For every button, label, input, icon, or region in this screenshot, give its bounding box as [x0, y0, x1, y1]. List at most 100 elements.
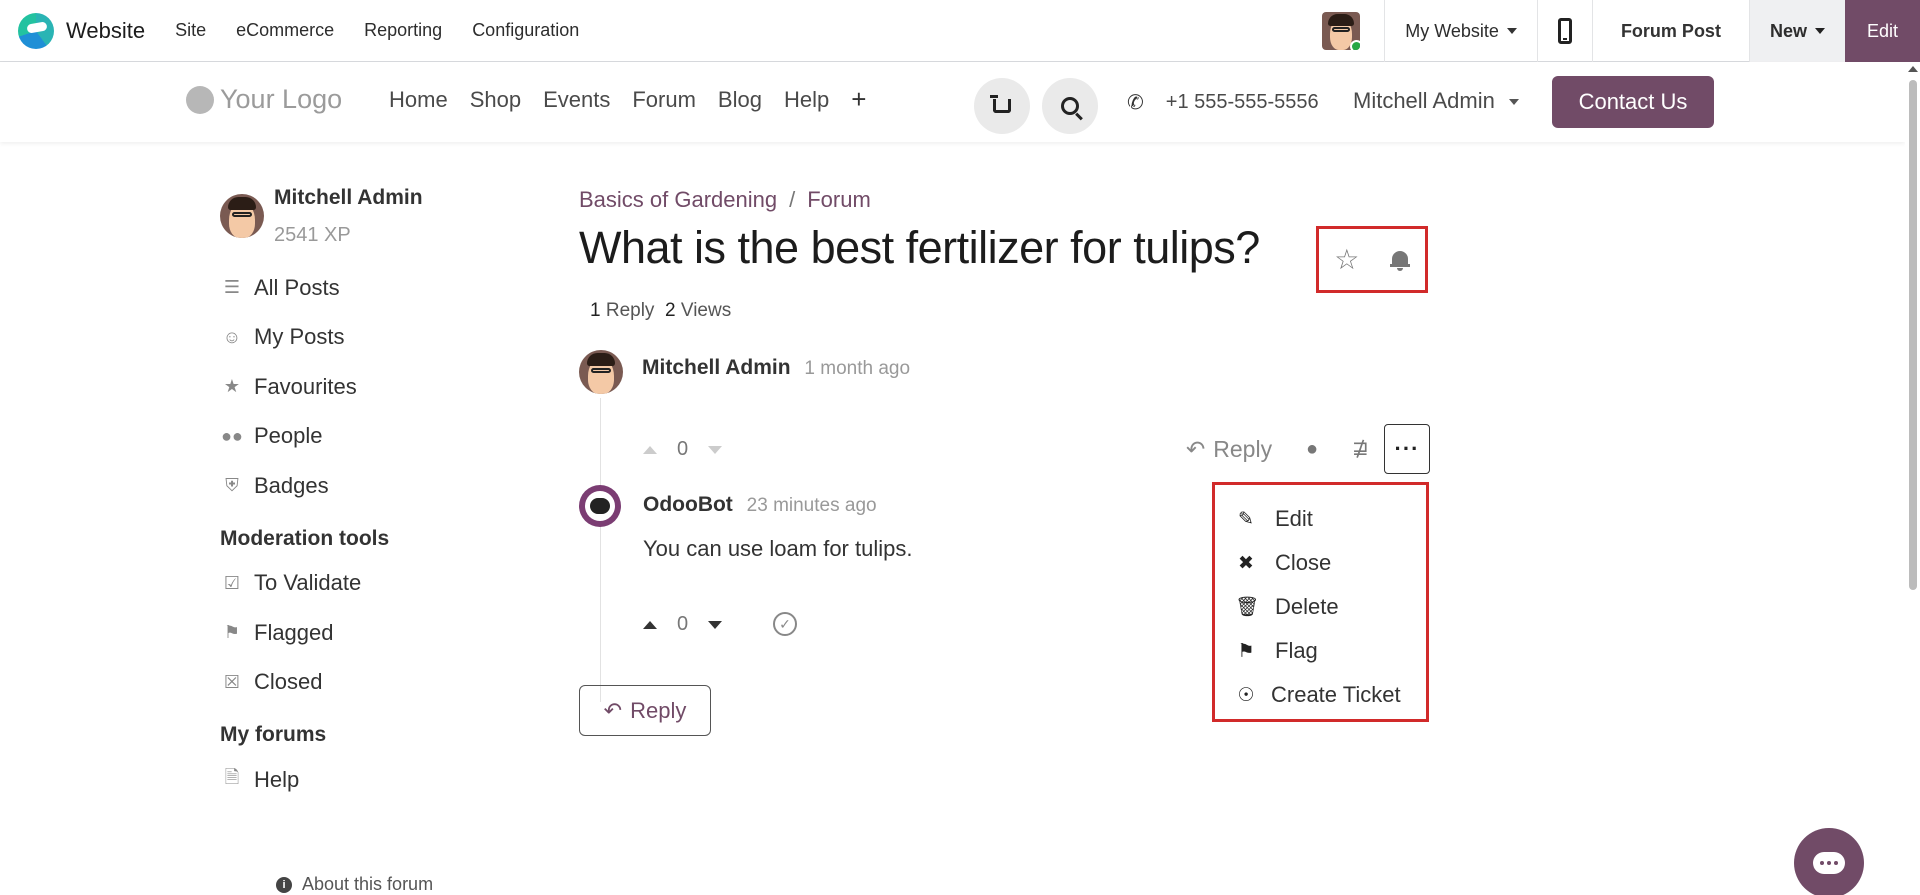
more-options-button[interactable]: ··· [1384, 424, 1430, 474]
user-circle-icon: ☺ [222, 326, 242, 347]
contact-us-button[interactable]: Contact Us [1552, 76, 1714, 128]
app-name: Website [66, 17, 146, 43]
nav-blog[interactable]: Blog [718, 87, 762, 115]
answer-author: OdooBot 23 minutes ago [643, 493, 877, 517]
sidebar-item-flagged[interactable]: ⚑ Flagged [220, 608, 550, 658]
sidebar-item-closed[interactable]: ☒ Closed [220, 658, 550, 708]
answer-body: You can use loam for tulips. [643, 536, 913, 561]
chevron-down-icon [1814, 28, 1825, 34]
downvote-icon[interactable] [708, 445, 723, 454]
page-title: What is the best fertilizer for tulips? [579, 222, 1260, 273]
menu-item-label: Edit [1275, 506, 1313, 531]
odoobot-avatar[interactable] [579, 485, 621, 527]
sidebar-item-to-validate[interactable]: ☑ To Validate [220, 559, 550, 609]
sidebar-item-badges[interactable]: ⛨ Badges [220, 461, 550, 511]
app-brand[interactable]: Website [18, 12, 146, 49]
nav-help[interactable]: Help [784, 87, 829, 115]
flag-icon: ⚑ [223, 622, 241, 643]
nav-shop[interactable]: Shop [470, 87, 521, 115]
website-selector-label: My Website [1405, 20, 1499, 41]
current-page-label[interactable]: Forum Post [1591, 0, 1749, 62]
accept-answer-icon[interactable]: ✓ [773, 612, 797, 636]
menu-reporting[interactable]: Reporting [364, 20, 442, 41]
breadcrumb-item[interactable]: Forum [807, 187, 871, 213]
post-author-name[interactable]: Mitchell Admin [642, 356, 791, 379]
scroll-up-icon[interactable] [1908, 66, 1918, 72]
avatar[interactable] [579, 350, 623, 394]
menu-site[interactable]: Site [175, 20, 206, 41]
bell-icon[interactable] [1389, 249, 1410, 271]
sidebar-item-help-forum[interactable]: 🗎 Help [220, 755, 550, 805]
nav-add[interactable]: + [851, 84, 866, 115]
nav-forum[interactable]: Forum [632, 87, 696, 115]
sidebar-item-people[interactable]: ●● People [220, 412, 550, 462]
breadcrumb-item[interactable]: Basics of Gardening [579, 187, 777, 213]
search-button[interactable] [1042, 78, 1098, 134]
share-icon[interactable]: ⋣ [1352, 436, 1369, 461]
user-avatar-button[interactable] [1302, 0, 1384, 62]
current-page-text: Forum Post [1620, 20, 1721, 41]
reply-icon: ↶ [603, 697, 623, 723]
reply-action[interactable]: ↶ Reply [1186, 436, 1272, 463]
close-icon: ✖ [1238, 552, 1254, 574]
user-name: Mitchell Admin [274, 186, 423, 209]
avatar [220, 194, 264, 238]
upvote-icon[interactable] [643, 445, 657, 454]
livechat-button[interactable] [1794, 828, 1864, 895]
trash-icon: 🗑 [1235, 597, 1260, 618]
file-icon: 🗎 [224, 766, 240, 787]
post-options-menu: ✎ Edit ✖ Close 🗑 Delete ⚑ Flag ☉ Create … [1212, 482, 1429, 722]
scrollbar-thumb[interactable] [1909, 80, 1917, 590]
about-forum-link[interactable]: i About this forum [276, 874, 433, 895]
phone-link[interactable]: ✆ +1 555-555-5556 [1127, 90, 1319, 115]
site-header: Your Logo Home Shop Events Forum Blog He… [0, 62, 1905, 142]
reply-action-label: Reply [1213, 436, 1273, 462]
menu-item-flag[interactable]: ⚑ Flag [1215, 629, 1426, 673]
phone-icon: ✆ [1127, 92, 1144, 114]
reply-button[interactable]: ↶ Reply [579, 685, 711, 736]
website-selector[interactable]: My Website [1384, 0, 1537, 62]
menu-ecommerce[interactable]: eCommerce [236, 20, 334, 41]
reply-button-label: Reply [630, 697, 687, 723]
shield-icon: ⛨ [225, 475, 239, 496]
pencil-icon: ✎ [1238, 508, 1254, 530]
sidebar-item-favourites[interactable]: ★ Favourites [220, 362, 550, 412]
menu-item-delete[interactable]: 🗑 Delete [1215, 585, 1426, 629]
downvote-icon[interactable] [708, 620, 723, 629]
site-logo[interactable]: Your Logo [186, 84, 342, 115]
menu-item-create-ticket[interactable]: ☉ Create Ticket [1215, 673, 1426, 717]
sidebar-item-my-posts[interactable]: ☺ My Posts [220, 313, 550, 363]
user-card[interactable]: Mitchell Admin 2541 XP [220, 184, 550, 247]
sidebar-item-label: All Posts [254, 274, 340, 300]
new-label: New [1769, 20, 1807, 41]
life-ring-icon: ☉ [1237, 684, 1255, 706]
breadcrumb-separator: / [789, 187, 796, 212]
menu-item-close[interactable]: ✖ Close [1215, 541, 1426, 585]
vote-count: 0 [677, 438, 689, 460]
reply-icon: ↶ [1186, 436, 1206, 462]
nav-home[interactable]: Home [389, 87, 448, 115]
menu-item-edit[interactable]: ✎ Edit [1215, 497, 1426, 541]
star-icon[interactable]: ☆ [1334, 243, 1359, 276]
online-status-icon [1350, 40, 1361, 50]
menu-configuration[interactable]: Configuration [472, 20, 579, 41]
ellipsis-icon: ··· [1394, 436, 1420, 461]
check-square-icon: ☑ [223, 572, 241, 593]
edit-button[interactable]: Edit [1844, 0, 1920, 62]
sidebar-item-label: Help [254, 766, 300, 792]
users-icon: ●● [221, 425, 243, 446]
sidebar-item-all-posts[interactable]: ☰ All Posts [220, 263, 550, 313]
moderation-heading: Moderation tools [220, 526, 390, 550]
cart-button[interactable] [974, 78, 1030, 134]
user-dropdown[interactable]: Mitchell Admin [1353, 88, 1519, 114]
nav-events[interactable]: Events [543, 87, 610, 115]
comment-icon[interactable]: ● [1306, 438, 1318, 461]
scrollbar[interactable] [1905, 62, 1920, 895]
menu-item-label: Close [1275, 550, 1332, 575]
vote-count: 0 [677, 613, 689, 635]
upvote-icon[interactable] [643, 620, 657, 629]
mobile-preview-button[interactable] [1536, 0, 1592, 62]
search-icon [1061, 97, 1079, 115]
new-button[interactable]: New [1748, 0, 1845, 62]
answer-author-name[interactable]: OdooBot [643, 493, 733, 516]
